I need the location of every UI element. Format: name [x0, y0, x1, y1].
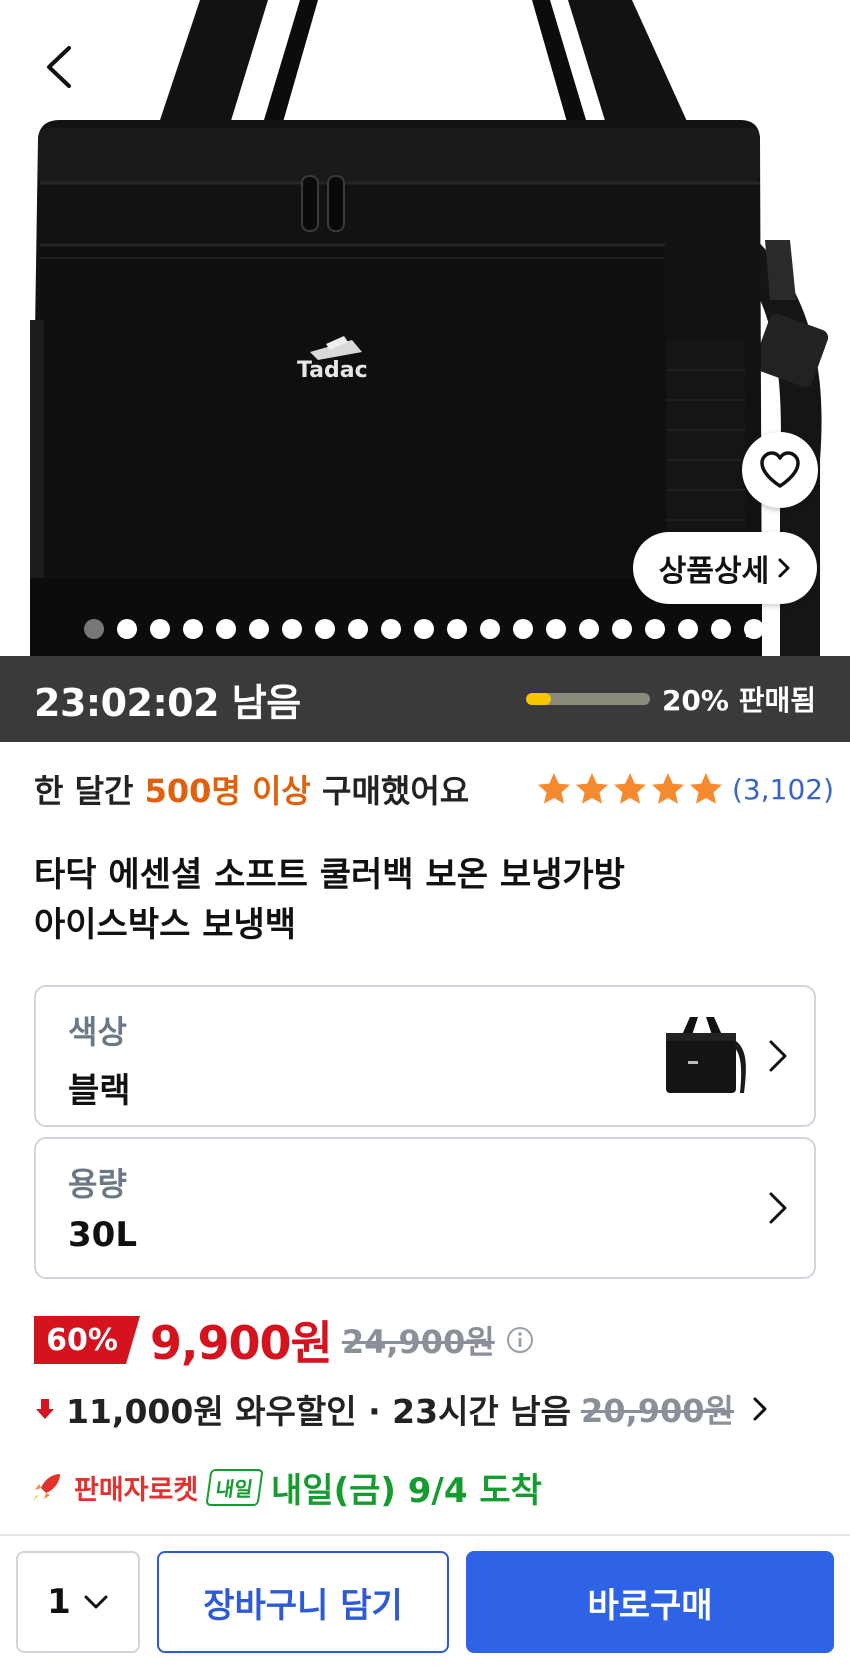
- carousel-dot[interactable]: [513, 619, 533, 639]
- carousel-dot[interactable]: [150, 619, 170, 639]
- heart-icon: [760, 451, 800, 488]
- carousel-dot[interactable]: [381, 619, 401, 639]
- product-title-line2: 아이스박스 보냉백: [34, 905, 297, 945]
- back-button[interactable]: [32, 38, 84, 96]
- buy-now-button[interactable]: 바로구매: [466, 1551, 834, 1653]
- carousel-dot[interactable]: [711, 619, 731, 639]
- info-icon[interactable]: [505, 1325, 535, 1355]
- discount-badge: 60%: [34, 1316, 140, 1364]
- wow-original-price: 20,900원: [581, 1392, 734, 1430]
- capacity-option-label: 용량: [68, 1165, 127, 1203]
- carousel-dot[interactable]: [84, 619, 104, 639]
- carousel-dot[interactable]: [282, 619, 302, 639]
- carousel-dot[interactable]: [249, 619, 269, 639]
- wow-discount-text: 11,000원 와우할인 · 23시간 남음: [66, 1392, 571, 1431]
- sold-progress-fill: [525, 693, 551, 705]
- down-arrow-icon: [36, 1399, 54, 1419]
- sold-percent-label: 20% 판매됨: [661, 684, 816, 717]
- product-page: Tadac 상품상세 23:02:02 남음 20% 판매됨 한 달간 500명…: [0, 0, 850, 1666]
- carousel-dot[interactable]: [117, 619, 137, 639]
- product-detail-label: 상품상세: [658, 554, 770, 589]
- price-row: 60% 9,900원 24,900원: [34, 1312, 535, 1370]
- seller-rocket-label: 판매자로켓: [74, 1474, 199, 1506]
- star-icon: [537, 773, 570, 804]
- purchase-highlight: 500명 이상: [144, 772, 311, 810]
- product-title-line1: 타닥 에센셜 소프트 쿨러백 보온 보냉가방: [34, 855, 625, 895]
- chevron-right-icon: [778, 558, 790, 578]
- purchase-suffix: 구매했어요: [310, 772, 470, 810]
- arrival-date: 내일(금) 9/4 도착: [271, 1470, 542, 1511]
- star-icon: [689, 773, 722, 804]
- discount-rate: 60%: [46, 1322, 118, 1358]
- wishlist-button[interactable]: [742, 432, 818, 508]
- chevron-right-icon: [769, 1192, 787, 1224]
- tomorrow-badge: 내일: [205, 1468, 264, 1506]
- more-images-icon: [746, 622, 760, 637]
- carousel-dot[interactable]: [612, 619, 632, 639]
- original-price: 24,900원: [341, 1323, 495, 1361]
- chevron-right-icon: [753, 1397, 767, 1421]
- star-list: [536, 771, 724, 807]
- star-icon: [613, 773, 646, 804]
- carousel-dot[interactable]: [678, 619, 698, 639]
- carousel-dot[interactable]: [645, 619, 665, 639]
- carousel-dot[interactable]: [447, 619, 467, 639]
- countdown-text: 23:02:02 남음: [34, 680, 301, 725]
- product-image-carousel[interactable]: Tadac 상품상세: [0, 0, 850, 656]
- carousel-dot[interactable]: [579, 619, 599, 639]
- chevron-down-icon: [84, 1595, 108, 1609]
- product-detail-button[interactable]: 상품상세: [633, 532, 817, 604]
- capacity-option-selector[interactable]: 용량 30L: [34, 1137, 816, 1279]
- star-icon: [575, 773, 608, 804]
- color-option-value: 블랙: [68, 1071, 131, 1111]
- carousel-dot[interactable]: [348, 619, 368, 639]
- carousel-dot[interactable]: [414, 619, 434, 639]
- product-title: 타닥 에센셜 소프트 쿨러백 보온 보냉가방 아이스박스 보냉백: [34, 850, 814, 950]
- capacity-option-value: 30L: [68, 1215, 137, 1255]
- rocket-icon: [33, 1474, 60, 1501]
- chevron-left-icon: [47, 46, 71, 88]
- add-to-cart-button[interactable]: 장바구니 담기: [157, 1551, 449, 1653]
- deal-timer-bar: 23:02:02 남음 20% 판매됨: [0, 656, 850, 742]
- brand-logo-text: Tadac: [297, 358, 368, 383]
- review-count[interactable]: (3,102): [732, 773, 834, 806]
- carousel-indicator: [84, 619, 764, 639]
- chevron-right-icon: [769, 1040, 787, 1072]
- purchase-action-bar: 1 장바구니 담기 바로구매: [0, 1534, 850, 1666]
- star-icon: [651, 773, 684, 804]
- color-option-label: 색상: [68, 1013, 127, 1051]
- sale-price: 9,900원: [150, 1316, 333, 1370]
- quantity-select[interactable]: 1: [16, 1551, 140, 1653]
- sold-progress-bar: [525, 693, 650, 705]
- carousel-dot[interactable]: [216, 619, 236, 639]
- purchase-prefix: 한 달간: [34, 772, 145, 810]
- quantity-value: 1: [47, 1582, 71, 1622]
- shipping-row: 판매자로켓 내일 내일(금) 9/4 도착: [30, 1462, 542, 1512]
- wow-discount-row[interactable]: 11,000원 와우할인 · 23시간 남음 20,900원: [34, 1384, 768, 1434]
- color-thumbnail: [666, 1017, 746, 1093]
- purchase-count-row: 한 달간 500명 이상 구매했어요 (3,102): [34, 764, 834, 814]
- purchase-count-text: 한 달간 500명 이상 구매했어요: [34, 766, 469, 812]
- color-option-selector[interactable]: 색상 블랙: [34, 985, 816, 1127]
- rating-stars[interactable]: (3,102): [536, 771, 834, 807]
- carousel-dot[interactable]: [480, 619, 500, 639]
- carousel-dot[interactable]: [183, 619, 203, 639]
- carousel-dot[interactable]: [315, 619, 335, 639]
- carousel-dot[interactable]: [546, 619, 566, 639]
